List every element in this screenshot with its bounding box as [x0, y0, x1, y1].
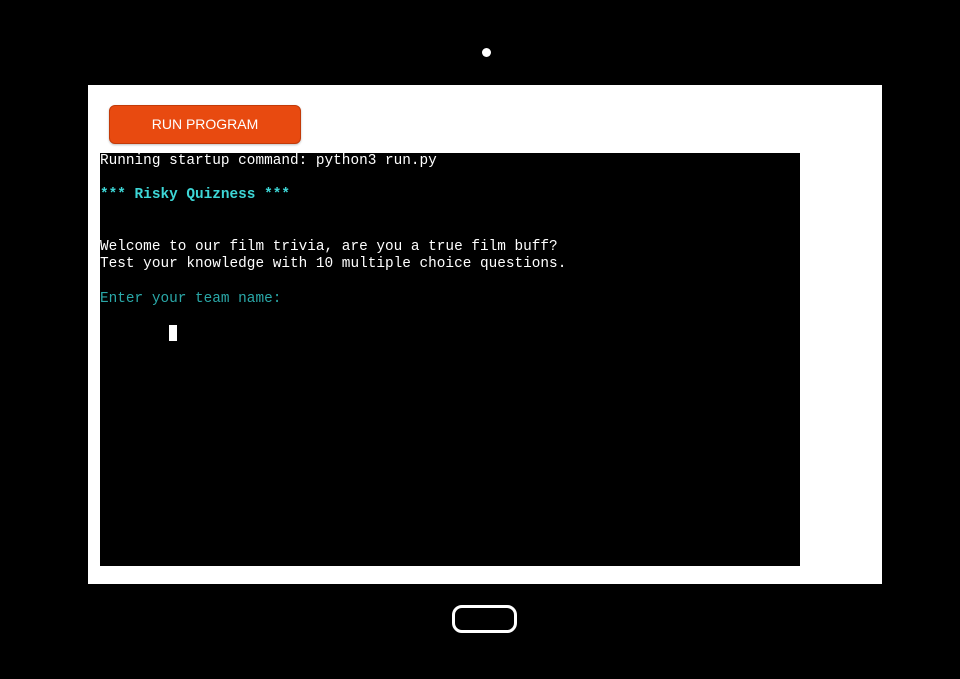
team-name-prompt: Enter your team name: — [100, 290, 282, 307]
run-program-button[interactable]: RUN PROGRAM — [109, 105, 301, 144]
terminal-line: Running startup command: python3 run.py — [100, 153, 437, 169]
home-button[interactable] — [452, 605, 517, 633]
input-line[interactable] — [100, 308, 800, 341]
instructions-text: Test your knowledge with 10 multiple cho… — [100, 256, 567, 273]
terminal-console[interactable]: Running startup command: python3 run.py … — [100, 153, 800, 566]
welcome-text: Welcome to our film trivia, are you a tr… — [100, 238, 558, 255]
text-cursor — [169, 324, 178, 341]
front-camera — [482, 48, 491, 57]
quiz-title: *** Risky Quizness *** — [100, 187, 290, 204]
app-screen: RUN PROGRAM Running startup command: pyt… — [88, 85, 882, 584]
tablet-device-frame: RUN PROGRAM Running startup command: pyt… — [0, 0, 960, 679]
